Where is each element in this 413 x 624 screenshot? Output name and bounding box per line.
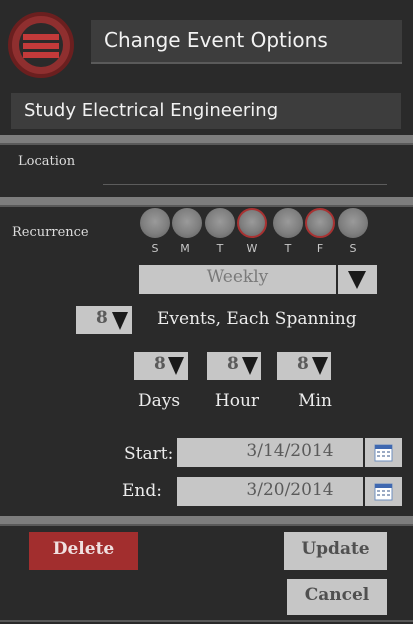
span-hour-label: Hour bbox=[214, 391, 260, 411]
event-name-text: Study Electrical Engineering bbox=[24, 100, 279, 121]
event-count-value: 8 bbox=[96, 308, 108, 328]
location-label: Location bbox=[18, 154, 76, 169]
day-letter-sunday: S bbox=[151, 242, 159, 255]
day-letter-wednesday: W bbox=[246, 242, 258, 255]
day-letter-monday: M bbox=[180, 242, 190, 255]
day-letter-saturday: S bbox=[349, 242, 357, 255]
separator-shadow bbox=[0, 143, 413, 145]
events-spanning-label: Events, Each Spanning bbox=[157, 309, 357, 329]
separator bbox=[0, 135, 413, 143]
separator bbox=[0, 516, 413, 524]
frequency-value: Weekly bbox=[206, 267, 269, 287]
start-date-calendar-button[interactable] bbox=[365, 438, 402, 467]
span-days-value: 8 bbox=[154, 354, 166, 374]
recurrence-label: Recurrence bbox=[12, 225, 89, 240]
calendar-icon bbox=[374, 483, 393, 501]
update-button-label: Update bbox=[301, 539, 370, 559]
span-min-value: 8 bbox=[297, 354, 309, 374]
day-toggle-friday[interactable] bbox=[305, 208, 335, 238]
day-toggle-wednesday[interactable] bbox=[237, 208, 267, 238]
span-min-label: Min bbox=[298, 391, 332, 411]
end-date-label: End: bbox=[122, 481, 162, 501]
day-letter-thursday: T bbox=[284, 242, 292, 255]
calendar-icon bbox=[374, 444, 393, 462]
separator-shadow bbox=[0, 205, 413, 207]
delete-button-label: Delete bbox=[52, 539, 115, 559]
day-letter-friday: F bbox=[316, 242, 324, 255]
dropdown-arrow-icon bbox=[168, 357, 184, 375]
separator-shadow bbox=[0, 524, 413, 526]
location-input[interactable] bbox=[103, 184, 387, 185]
page-title: Change Event Options bbox=[104, 28, 328, 52]
start-date-label: Start: bbox=[124, 444, 174, 464]
dropdown-arrow-icon bbox=[112, 312, 128, 330]
day-letter-tuesday: T bbox=[216, 242, 224, 255]
day-toggle-monday[interactable] bbox=[172, 208, 202, 238]
separator bbox=[0, 197, 413, 205]
menu-bar-bottom bbox=[23, 52, 59, 58]
end-date-calendar-button[interactable] bbox=[365, 477, 402, 506]
day-toggle-saturday[interactable] bbox=[338, 208, 368, 238]
menu-button[interactable] bbox=[8, 12, 74, 78]
day-toggle-sunday[interactable] bbox=[140, 208, 170, 238]
cancel-button-label: Cancel bbox=[304, 585, 370, 605]
menu-bar-middle bbox=[23, 43, 59, 49]
dropdown-arrow-icon bbox=[348, 271, 366, 289]
span-days-label: Days bbox=[137, 391, 181, 411]
dropdown-arrow-icon bbox=[312, 357, 328, 375]
day-toggle-tuesday[interactable] bbox=[205, 208, 235, 238]
span-hour-value: 8 bbox=[227, 354, 239, 374]
dropdown-arrow-icon bbox=[242, 357, 258, 375]
menu-bar-top bbox=[23, 34, 59, 40]
bottom-border bbox=[0, 620, 413, 622]
day-toggle-thursday[interactable] bbox=[273, 208, 303, 238]
